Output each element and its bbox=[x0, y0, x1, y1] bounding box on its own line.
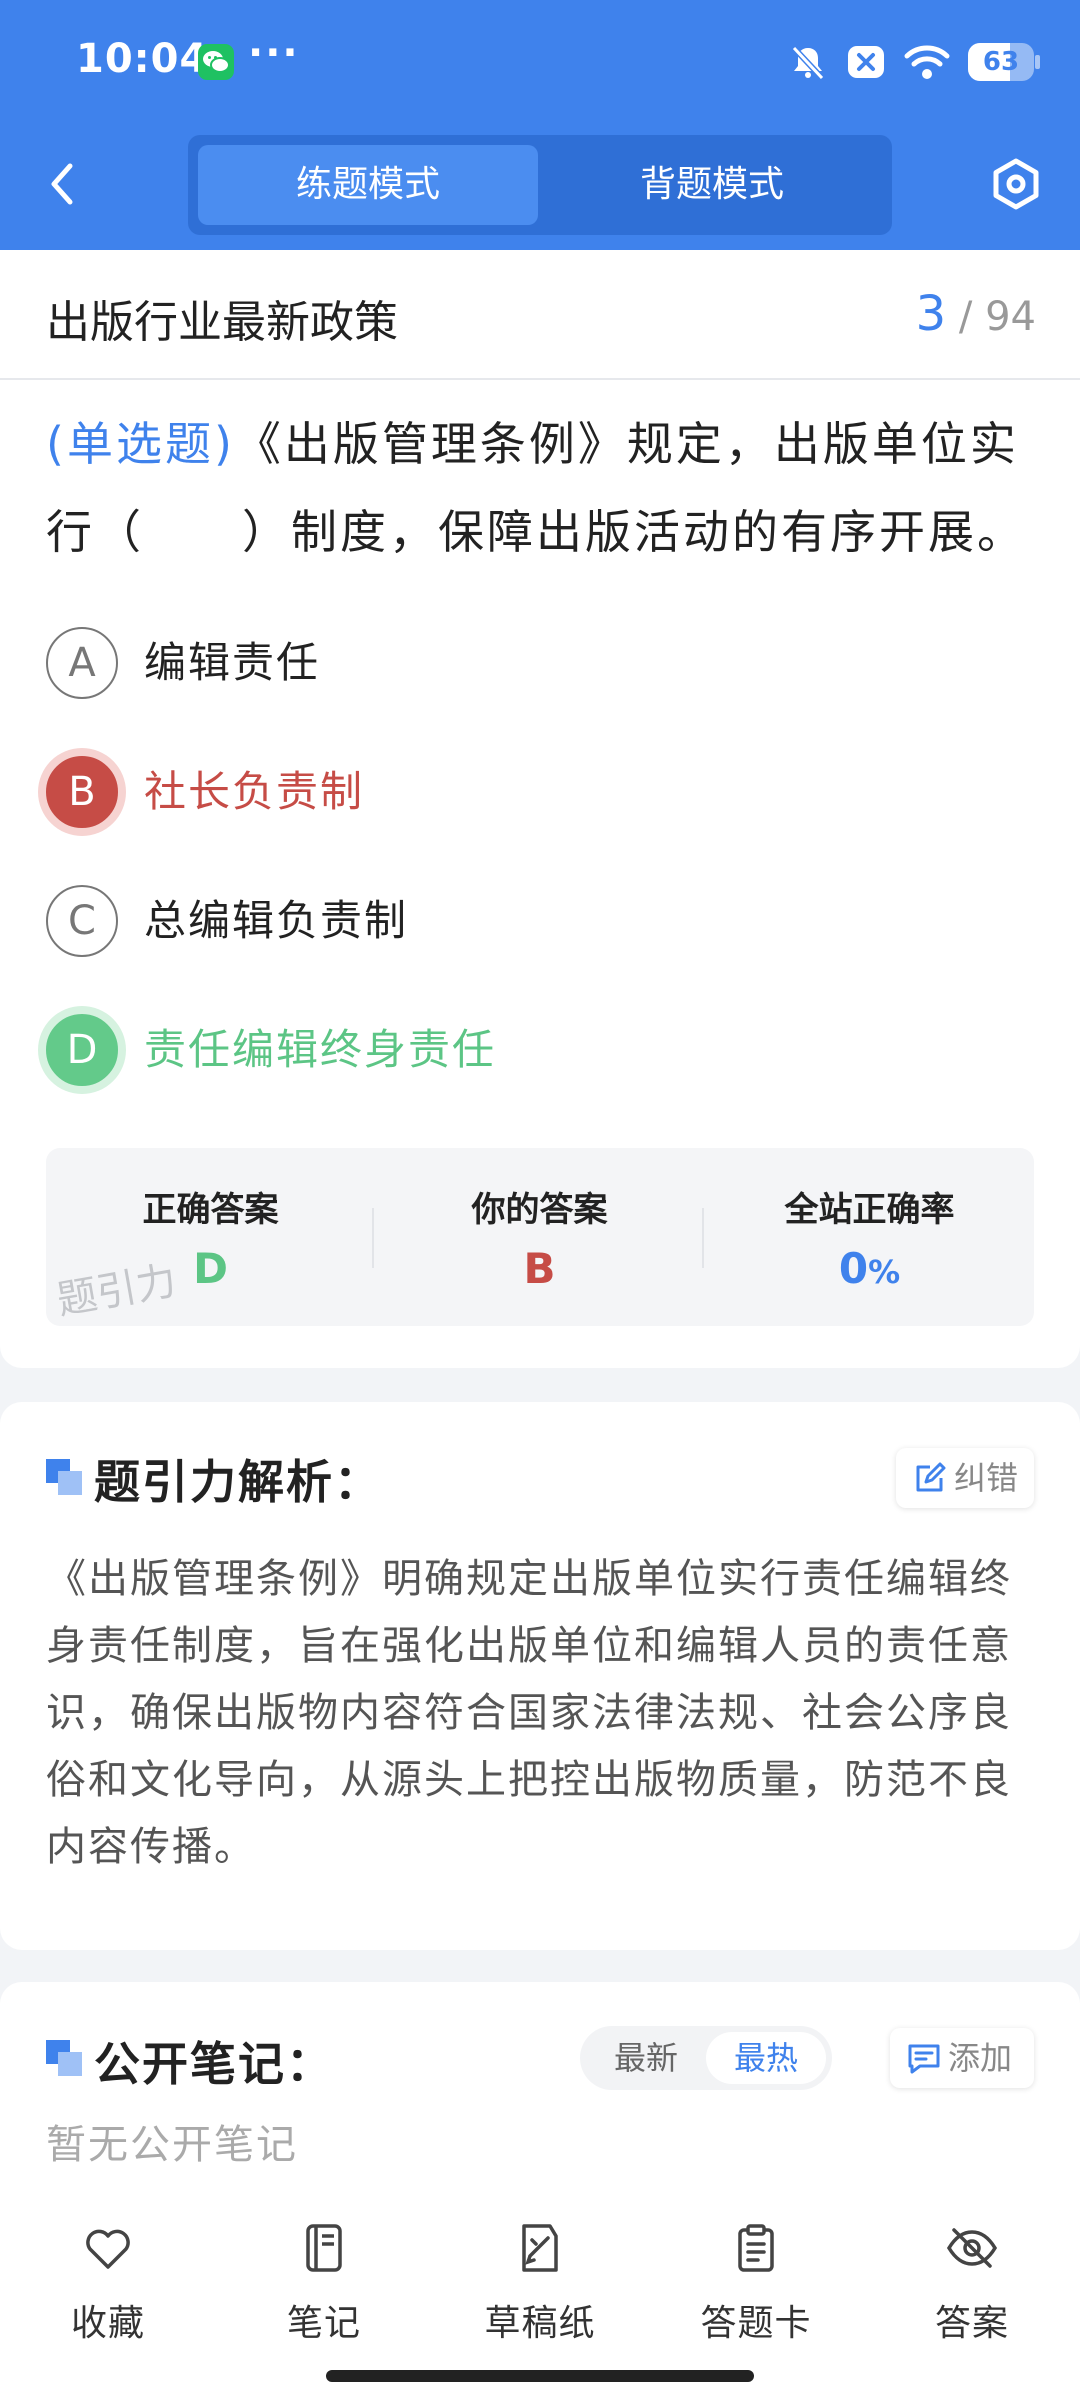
accuracy-column: 全站正确率 0% bbox=[705, 1148, 1034, 1326]
notebook-icon bbox=[306, 2224, 342, 2272]
option-a[interactable]: A 编辑责任 bbox=[46, 625, 1026, 701]
battery-percent: 63 bbox=[982, 47, 1020, 77]
correct-answer-label: 正确答案 bbox=[142, 1190, 279, 1230]
more-notifications-icon: ··· bbox=[248, 30, 300, 76]
mode-switch: 练题模式 背题模式 bbox=[188, 135, 892, 235]
accuracy-number: 0 bbox=[838, 1244, 869, 1293]
section-icon bbox=[46, 2040, 82, 2076]
tab-memorize-mode[interactable]: 背题模式 bbox=[542, 145, 882, 225]
favorite-button[interactable]: 收藏 bbox=[28, 2222, 188, 2352]
notes-button[interactable]: 笔记 bbox=[244, 2222, 404, 2352]
hexagon-gear-icon[interactable] bbox=[990, 158, 1042, 210]
question-card: 出版行业最新政策 3 / 94 (单选题)《出版管理条例》规定，出版单位实 行（… bbox=[0, 250, 1080, 1368]
option-d[interactable]: D 责任编辑终身责任 bbox=[46, 1012, 1026, 1088]
app-header: 10:04 ··· 63 练题模式 背题模式 bbox=[0, 0, 1080, 250]
divider bbox=[372, 1208, 374, 1268]
option-letter: B bbox=[46, 756, 118, 828]
report-error-button[interactable]: 纠错 bbox=[896, 1448, 1034, 1508]
empty-notes-text: 暂无公开笔记 bbox=[46, 2122, 298, 2168]
counter-separator: / bbox=[958, 294, 973, 340]
draft-paper-icon bbox=[522, 2224, 558, 2272]
edit-icon bbox=[916, 1462, 946, 1492]
option-letter: A bbox=[46, 627, 118, 699]
chapter-title: 出版行业最新政策 bbox=[46, 297, 398, 348]
divider bbox=[0, 378, 1080, 380]
add-note-button[interactable]: 添加 bbox=[890, 2028, 1034, 2088]
option-c[interactable]: C 总编辑负责制 bbox=[46, 883, 1026, 959]
analysis-card: 题引力解析： 纠错 《出版管理条例》明确规定出版单位实行责任编辑终身责任制度，旨… bbox=[0, 1402, 1080, 1950]
bell-off-icon bbox=[791, 45, 825, 81]
close-box-icon bbox=[848, 46, 884, 78]
option-letter: D bbox=[46, 1014, 118, 1086]
answer-card-label: 答题卡 bbox=[700, 2303, 812, 2344]
option-text: 责任编辑终身责任 bbox=[144, 1025, 497, 1074]
battery-icon: 63 bbox=[968, 43, 1040, 81]
wechat-icon bbox=[198, 44, 234, 80]
notes-title: 公开笔记： bbox=[94, 2037, 334, 2091]
your-answer-column: 你的答案 B bbox=[375, 1148, 704, 1326]
accuracy-value: 0% bbox=[705, 1244, 1034, 1293]
analysis-text: 《出版管理条例》明确规定出版单位实行责任编辑终身责任制度，旨在强化出版单位和编辑… bbox=[46, 1556, 1012, 1870]
question-counter: 3 / 94 bbox=[916, 286, 1036, 342]
show-answer-label: 答案 bbox=[934, 2303, 1009, 2344]
home-indicator[interactable] bbox=[326, 2370, 754, 2382]
option-text: 社长负责制 bbox=[144, 767, 365, 816]
eye-off-icon bbox=[946, 2228, 998, 2268]
option-text: 编辑责任 bbox=[144, 638, 321, 687]
option-b[interactable]: B 社长负责制 bbox=[46, 754, 1026, 830]
accuracy-label: 全站正确率 bbox=[784, 1190, 955, 1230]
question-stem: (单选题)《出版管理条例》规定，出版单位实 行（ ）制度，保障出版活动的有序开展… bbox=[46, 400, 1044, 576]
notes-sort-switch: 最新 最热 bbox=[580, 2026, 832, 2090]
add-note-label: 添加 bbox=[948, 2039, 1013, 2077]
tab-practice-mode[interactable]: 练题模式 bbox=[198, 145, 538, 225]
analysis-title: 题引力解析： bbox=[94, 1455, 382, 1509]
favorite-label: 收藏 bbox=[70, 2303, 145, 2344]
divider bbox=[702, 1208, 704, 1268]
answer-summary: 正确答案 D 你的答案 B 全站正确率 0% 题引力 bbox=[46, 1148, 1034, 1326]
wifi-icon bbox=[904, 45, 950, 79]
question-type: (单选题) bbox=[46, 417, 235, 471]
option-letter: C bbox=[46, 885, 118, 957]
report-error-label: 纠错 bbox=[954, 1459, 1019, 1497]
answer-card-button[interactable]: 答题卡 bbox=[676, 2222, 836, 2352]
sort-latest[interactable]: 最新 bbox=[586, 2032, 706, 2084]
draft-paper-button[interactable]: 草稿纸 bbox=[460, 2222, 620, 2352]
show-answer-button[interactable]: 答案 bbox=[892, 2222, 1052, 2352]
comment-icon bbox=[908, 2044, 940, 2074]
status-time: 10:04 bbox=[76, 36, 209, 82]
total-question-count: 94 bbox=[985, 294, 1036, 340]
your-answer-value: B bbox=[523, 1244, 556, 1293]
section-icon bbox=[46, 1459, 82, 1495]
chevron-left-icon[interactable] bbox=[44, 160, 80, 208]
notes-label: 笔记 bbox=[286, 2303, 361, 2344]
option-text: 总编辑负责制 bbox=[144, 896, 409, 945]
status-bar: 10:04 ··· 63 bbox=[0, 0, 1080, 126]
current-question-number: 3 bbox=[915, 286, 947, 342]
draft-paper-label: 草稿纸 bbox=[484, 2303, 596, 2344]
your-answer-label: 你的答案 bbox=[471, 1190, 608, 1230]
heart-icon bbox=[86, 2229, 130, 2269]
answer-card-icon bbox=[738, 2224, 774, 2272]
sort-hottest[interactable]: 最热 bbox=[706, 2032, 826, 2084]
question-stem-line2: 行（ ）制度，保障出版活动的有序开展。 bbox=[46, 505, 1026, 559]
accuracy-unit: % bbox=[868, 1253, 901, 1291]
question-stem-line1: 《出版管理条例》规定，出版单位实 bbox=[234, 417, 1019, 471]
